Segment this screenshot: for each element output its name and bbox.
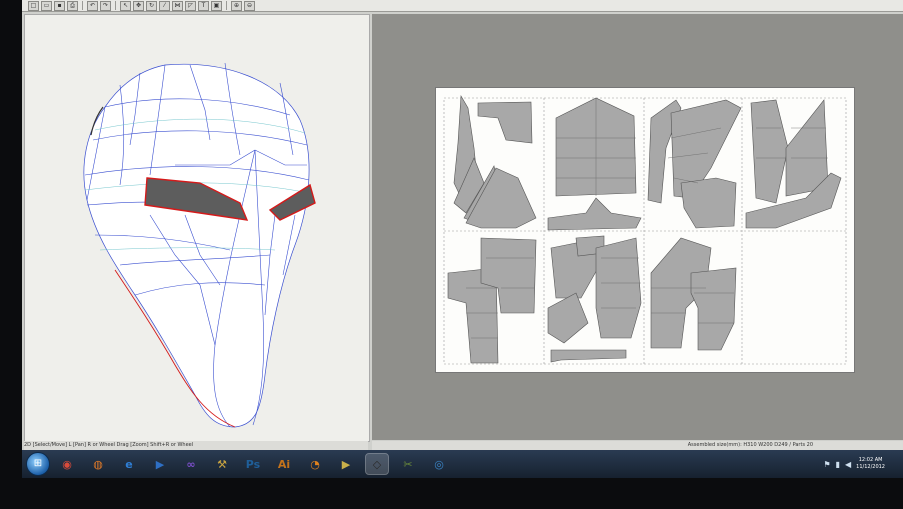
system-tray: ⚑ ▮ ◀ 12:02 AM 11/12/2012	[823, 452, 885, 476]
part	[680, 177, 737, 229]
illustrator-icon[interactable]: Ai	[273, 454, 295, 474]
part	[477, 101, 533, 144]
print-icon[interactable]: ⎙	[67, 0, 78, 11]
action-center-icon[interactable]: ⚑	[823, 460, 830, 469]
tools-icon[interactable]: ⚒	[211, 454, 233, 474]
part	[785, 99, 829, 197]
status-bar-right: Assembled size(mm): H310 W200 D249 / Par…	[372, 441, 903, 450]
pepakura-icon[interactable]: ◇	[365, 453, 389, 475]
windows-taskbar: ⊞ ◉ ◍ e ▶ ∞ ⚒ Ps Ai ◔ ▶ ◇ ✂ ◎ ⚑ ▮ ◀ 12:02 AM 11/12/2…	[22, 450, 903, 478]
photoshop-icon[interactable]: Ps	[242, 454, 264, 474]
part	[690, 267, 737, 351]
redo-icon[interactable]: ↷	[100, 0, 111, 11]
video-icon[interactable]: ▶	[335, 454, 357, 474]
toolbar-separator	[226, 1, 227, 10]
toolbar-separator	[82, 1, 83, 10]
select-icon[interactable]: ↖	[120, 0, 131, 11]
view-2d-panel[interactable]	[372, 14, 903, 440]
part	[547, 292, 589, 344]
toolbar: □ ▭ ▪ ⎙ ↶ ↷ ↖ ✥ ↻ ⁄ ⋈ ◸ T ▣ ⊕ ⊖	[22, 0, 903, 12]
part	[550, 349, 627, 363]
toolbar-separator	[115, 1, 116, 10]
taskbar-apps: ◉ ◍ e ▶ ∞ ⚒ Ps Ai ◔ ▶ ◇ ✂ ◎	[56, 453, 459, 475]
part	[595, 237, 642, 339]
paper-sheet[interactable]	[435, 87, 855, 373]
start-button[interactable]: ⊞	[26, 452, 50, 476]
cut-icon[interactable]: ✂	[397, 454, 419, 474]
join-icon[interactable]: ⋈	[172, 0, 183, 11]
clock[interactable]: 12:02 AM 11/12/2012	[856, 457, 885, 471]
image-icon[interactable]: ▣	[211, 0, 222, 11]
unfolded-parts-layout[interactable]	[436, 88, 854, 372]
network-icon[interactable]: ▮	[836, 460, 840, 469]
paper-parts	[447, 94, 842, 364]
status-bar-left: 2D [Select/Move] L [Pan] R or Wheel Drag…	[24, 441, 368, 450]
part	[547, 197, 642, 231]
globe-icon[interactable]: ◎	[428, 454, 450, 474]
new-icon[interactable]: □	[28, 0, 39, 11]
blender-icon[interactable]: ◔	[304, 454, 326, 474]
ie-icon[interactable]: e	[118, 454, 140, 474]
volume-icon[interactable]: ◀	[845, 460, 851, 469]
clock-time: 12:02 AM	[858, 457, 883, 463]
rotate-icon[interactable]: ↻	[146, 0, 157, 11]
firefox-icon[interactable]: ◍	[87, 454, 109, 474]
mask-3d-model[interactable]	[25, 15, 369, 441]
undo-icon[interactable]: ↶	[87, 0, 98, 11]
monitor-screen: □ ▭ ▪ ⎙ ↶ ↷ ↖ ✥ ↻ ⁄ ⋈ ◸ T ▣ ⊕ ⊖ 2D [Sele…	[22, 0, 903, 478]
save-icon[interactable]: ▪	[54, 0, 65, 11]
move-icon[interactable]: ✥	[133, 0, 144, 11]
view-3d-panel[interactable]	[24, 14, 370, 442]
zoom-out-icon[interactable]: ⊖	[244, 0, 255, 11]
open-icon[interactable]: ▭	[41, 0, 52, 11]
visual-studio-icon[interactable]: ∞	[180, 454, 202, 474]
media-player-icon[interactable]: ▶	[149, 454, 171, 474]
zoom-in-icon[interactable]: ⊕	[231, 0, 242, 11]
chrome-icon[interactable]: ◉	[56, 454, 78, 474]
part	[750, 99, 789, 204]
text-icon[interactable]: T	[198, 0, 209, 11]
clock-date: 11/12/2012	[856, 464, 885, 470]
flap-icon[interactable]: ◸	[185, 0, 196, 11]
edge-icon[interactable]: ⁄	[159, 0, 170, 11]
